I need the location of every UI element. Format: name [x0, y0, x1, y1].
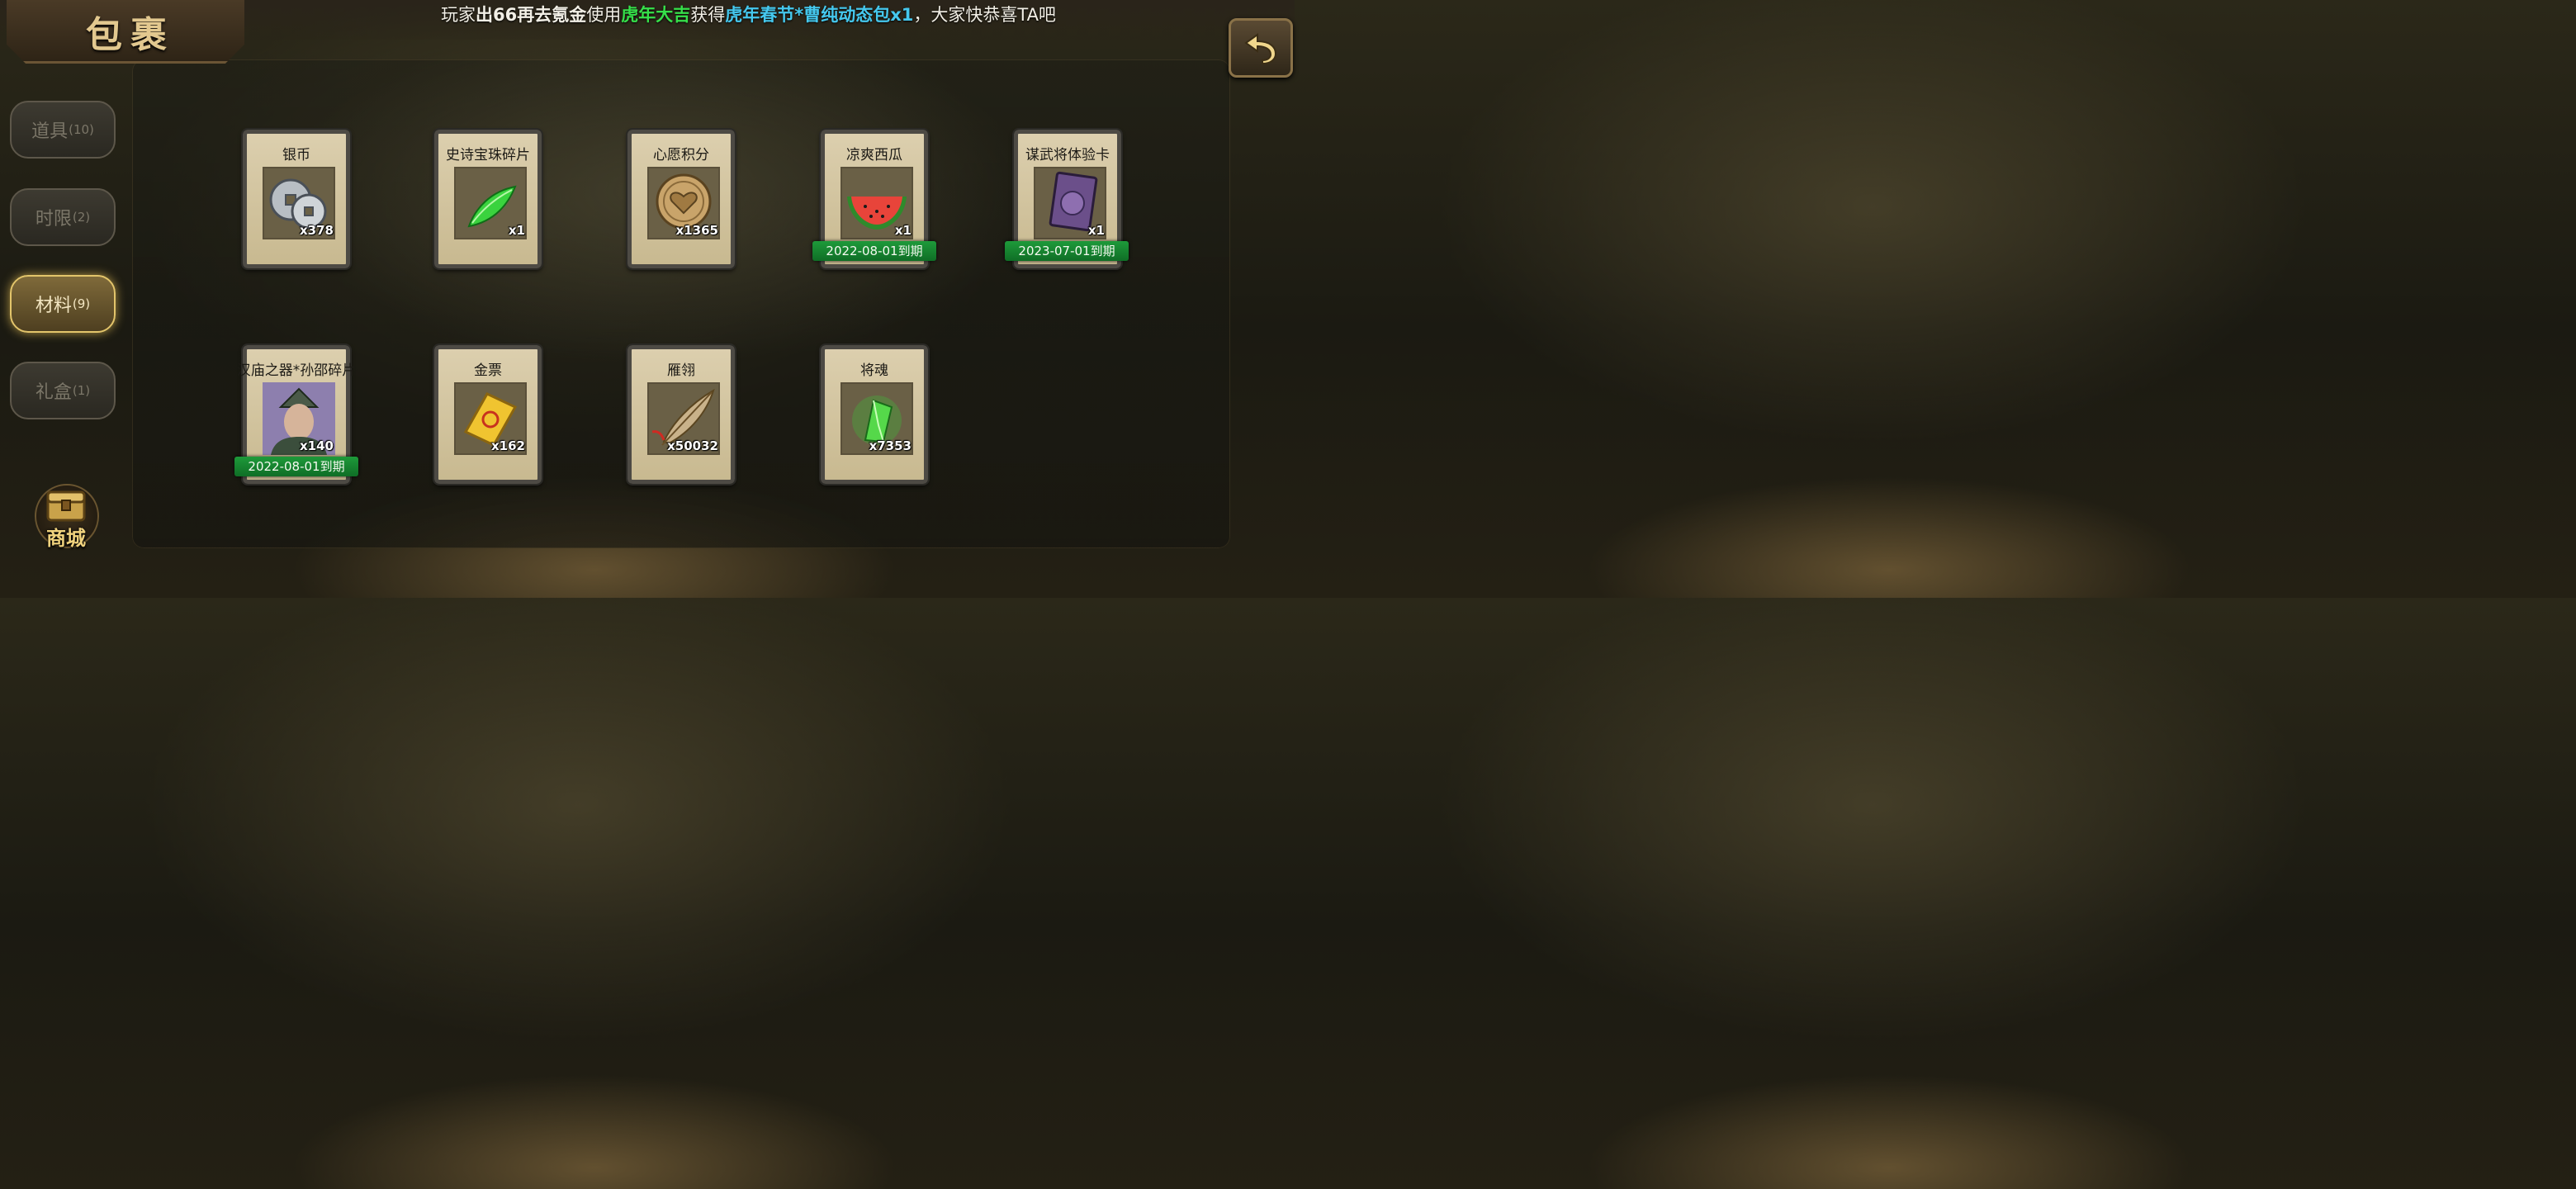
broadcast-reward: 虎年春节*曹纯动态包x1 — [725, 5, 914, 25]
item-card-wish-points[interactable]: 心愿积分 x1365 — [626, 128, 736, 270]
item-icon-frame: x162 — [454, 382, 527, 455]
item-card-gold-ticket[interactable]: 金票 x162 — [433, 343, 543, 486]
item-name: 雁翎 — [667, 362, 695, 379]
broadcast-used-item: 虎年大吉 — [621, 5, 691, 25]
tab-gift-boxes[interactable]: 礼盒 (1) — [10, 362, 116, 419]
tab-label: 材料 — [35, 296, 72, 316]
item-name: 史诗宝珠碎片 — [446, 147, 530, 163]
item-name: 心愿积分 — [653, 147, 709, 163]
tab-count: (2) — [72, 210, 91, 225]
item-quantity: x1 — [1087, 223, 1105, 238]
item-icon-frame: x1 — [841, 167, 913, 239]
shop-button[interactable]: 商城 — [31, 482, 101, 550]
item-quantity: x1 — [894, 223, 912, 238]
broadcast-player: 出66再去氪金 — [476, 5, 587, 25]
item-name: 银币 — [282, 147, 310, 163]
item-quantity: x378 — [300, 223, 334, 238]
tab-label: 道具 — [31, 121, 69, 142]
item-name: 凉爽西瓜 — [846, 147, 902, 163]
item-icon-frame: x7353 — [841, 382, 913, 455]
item-quantity: x1 — [508, 223, 525, 238]
item-card-feather[interactable]: 雁翎 x50032 — [626, 343, 736, 486]
back-button[interactable] — [1229, 18, 1293, 78]
expiry-badge: 2022-08-01到期 — [812, 241, 936, 261]
shop-label: 商城 — [46, 526, 86, 550]
item-name: 将魂 — [860, 362, 888, 379]
item-quantity: x1365 — [675, 223, 718, 238]
item-quantity: x7353 — [869, 438, 912, 453]
item-quantity: x140 — [300, 438, 334, 453]
tab-count: (10) — [69, 122, 94, 137]
item-card-silver[interactable]: 银币 x378 — [241, 128, 352, 270]
item-card-general-soul[interactable]: 将魂 x7353 — [819, 343, 930, 486]
item-icon-frame: x1 — [454, 167, 527, 239]
expiry-badge: 2022-08-01到期 — [234, 457, 358, 476]
item-quantity: x162 — [491, 438, 525, 453]
tab-materials[interactable]: 材料 (9) — [10, 275, 116, 333]
broadcast-prefix: 玩家 — [441, 5, 476, 25]
broadcast-got-text: 获得 — [690, 5, 726, 25]
item-icon-frame: x378 — [263, 167, 335, 239]
back-arrow-icon — [1244, 33, 1277, 64]
item-quantity: x50032 — [667, 438, 718, 453]
item-icon-frame: x1 — [1034, 167, 1106, 239]
expiry-badge: 2023-07-01到期 — [1005, 241, 1129, 261]
tab-items[interactable]: 道具 (10) — [10, 101, 116, 159]
broadcast-used-text: 使用 — [586, 5, 622, 25]
tab-count: (1) — [72, 383, 91, 398]
tab-label: 时限 — [35, 209, 72, 230]
item-icon-frame: x140 — [263, 382, 335, 455]
item-icon-frame: x1365 — [647, 167, 720, 239]
broadcast-suffix: ，大家快恭喜TA吧 — [913, 5, 1056, 25]
item-name: 谋武将体验卡 — [1025, 147, 1110, 163]
tab-timed[interactable]: 时限 (2) — [10, 188, 116, 246]
tab-count: (9) — [72, 296, 91, 311]
item-icon-frame: x50032 — [647, 382, 720, 455]
item-card-epic-gem-shard[interactable]: 史诗宝珠碎片 x1 — [433, 128, 543, 270]
item-name: 汉庙之器*孙邵碎片 — [236, 362, 357, 379]
item-name: 金票 — [474, 362, 502, 379]
tab-label: 礼盒 — [35, 382, 72, 403]
page-title: 包裹 — [86, 14, 175, 56]
broadcast-message: 玩家出66再去氪金使用虎年大吉获得虎年春节*曹纯动态包x1，大家快恭喜TA吧 — [441, 2, 1056, 25]
